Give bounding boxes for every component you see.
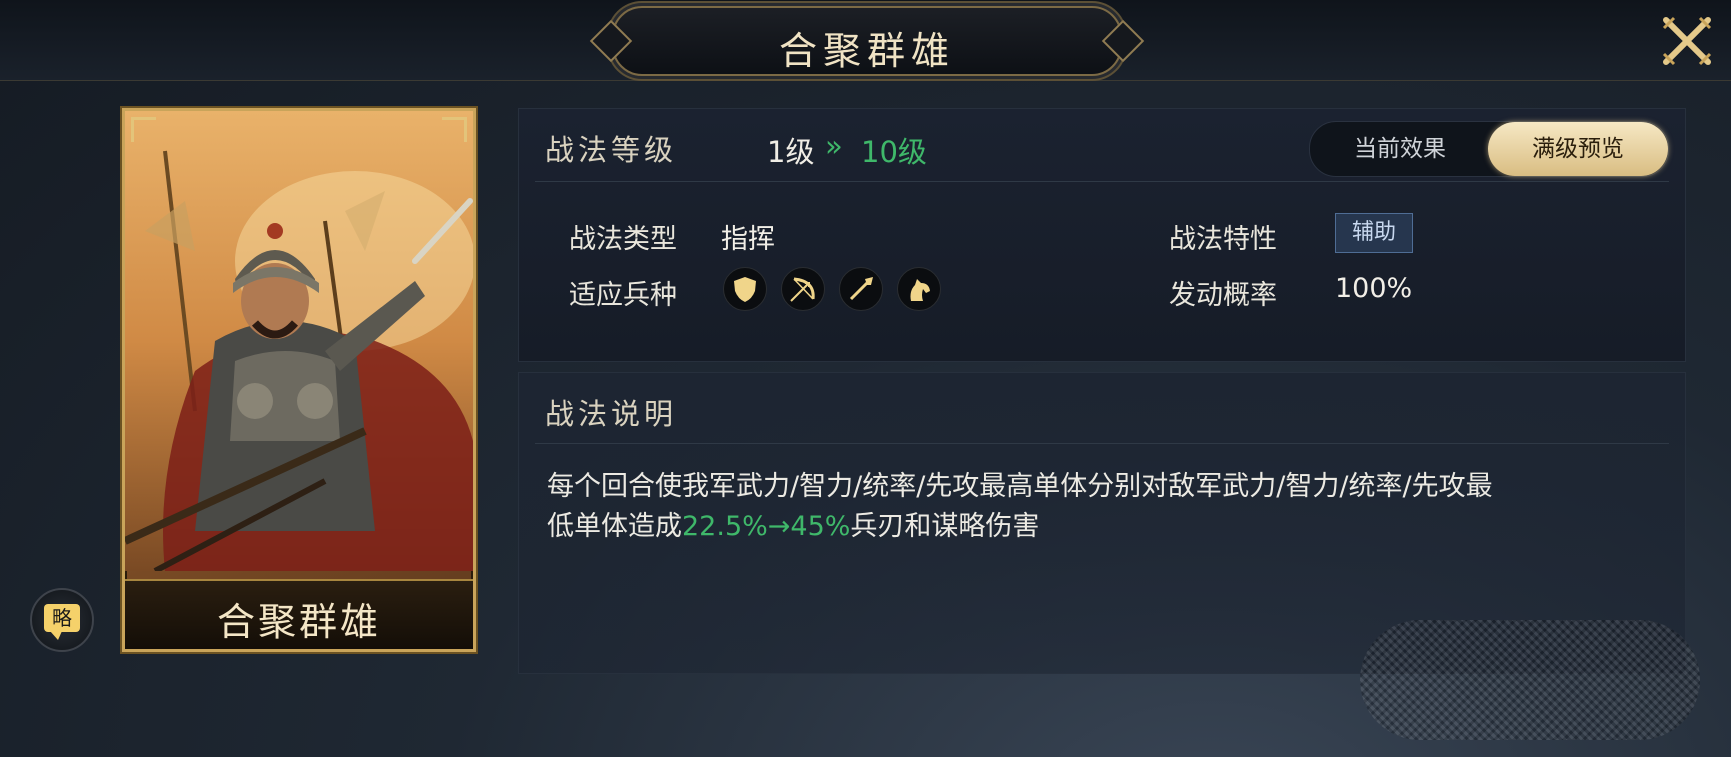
divider: [535, 443, 1669, 444]
shield-icon: [723, 267, 767, 311]
description-prefix: 低单体造成: [547, 511, 682, 542]
effect-toggle[interactable]: 当前效果 满级预览: [1309, 121, 1669, 177]
divider: [535, 181, 1669, 182]
trait-badge: 辅助: [1335, 213, 1413, 253]
trait-label: 战法特性: [1169, 224, 1277, 255]
card-corner-ornament: [442, 117, 467, 142]
tab-current-effect[interactable]: 当前效果: [1310, 122, 1490, 176]
close-icon: [1662, 16, 1712, 66]
strategy-button[interactable]: 略: [30, 588, 94, 652]
spear-icon: [839, 267, 883, 311]
description-line-1: 每个回合使我军武力/智力/统率/先攻最高单体分别对敌军武力/智力/统率/先攻最: [547, 471, 1493, 502]
page-title: 合聚群雄: [778, 29, 955, 73]
general-portrait: [125, 111, 473, 571]
title-plate: 合聚群雄: [612, 6, 1122, 76]
card-name-bar: 合聚群雄: [125, 579, 473, 649]
description-section-label: 战法说明: [545, 397, 678, 431]
level-to: 10级: [861, 135, 927, 169]
skill-card: 合聚群雄: [122, 108, 476, 652]
card-name: 合聚群雄: [216, 600, 381, 644]
description-text: 每个回合使我军武力/智力/统率/先攻最高单体分别对敌军武力/智力/统率/先攻最 …: [547, 467, 1667, 547]
card-corner-ornament: [131, 117, 156, 142]
damage-values: 22.5%→45%: [682, 511, 851, 542]
tab-max-level-preview[interactable]: 满级预览: [1488, 122, 1668, 176]
type-label: 战法类型: [569, 224, 677, 255]
description-line-2: 低单体造成22.5%→45%兵刃和谋略伤害: [547, 507, 1667, 547]
watermark-noise: [1360, 620, 1700, 740]
troops-label: 适应兵种: [569, 280, 677, 311]
horse-icon: [897, 267, 941, 311]
rate-label: 发动概率: [1169, 280, 1277, 311]
level-section-label: 战法等级: [545, 133, 678, 167]
speech-bubble-icon: 略: [44, 604, 80, 640]
bow-icon: [781, 267, 825, 311]
skill-info-panel: 战法等级 1级 » 10级 当前效果 满级预览 战法类型 指挥 战法特性 辅助 …: [518, 108, 1686, 362]
description-suffix: 兵刃和谋略伤害: [850, 511, 1040, 542]
rate-value: 100%: [1335, 273, 1413, 304]
double-chevron-icon: »: [825, 129, 843, 163]
top-bar: 合聚群雄: [0, 0, 1731, 81]
close-button[interactable]: [1660, 14, 1714, 68]
level-from: 1级: [767, 135, 815, 169]
type-value: 指挥: [721, 224, 775, 255]
